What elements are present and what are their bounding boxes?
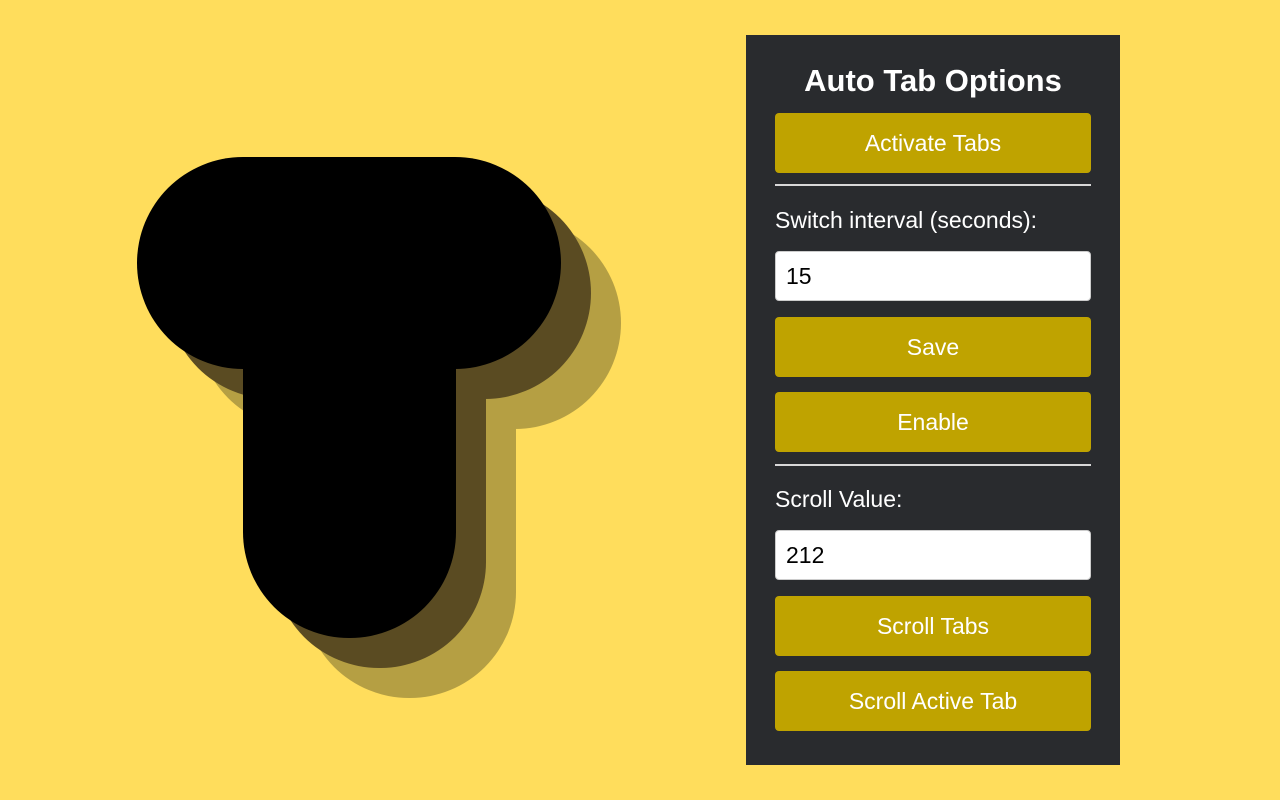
scroll-value-input[interactable] (775, 530, 1091, 580)
divider (775, 184, 1091, 186)
panel-title: Auto Tab Options (804, 63, 1062, 98)
scroll-tabs-button[interactable]: Scroll Tabs (775, 596, 1091, 656)
scroll-value-label: Scroll Value: (775, 486, 903, 512)
enable-button[interactable]: Enable (775, 392, 1091, 452)
interval-label: Switch interval (seconds): (775, 207, 1038, 233)
scroll-active-tab-button[interactable]: Scroll Active Tab (775, 671, 1091, 731)
save-button[interactable]: Save (775, 317, 1091, 377)
interval-input[interactable] (775, 251, 1091, 301)
divider (775, 464, 1091, 466)
t-logo-icon (137, 157, 621, 698)
activate-tabs-button[interactable]: Activate Tabs (775, 113, 1091, 173)
options-panel: Auto Tab Options Activate Tabs Switch in… (746, 35, 1120, 765)
